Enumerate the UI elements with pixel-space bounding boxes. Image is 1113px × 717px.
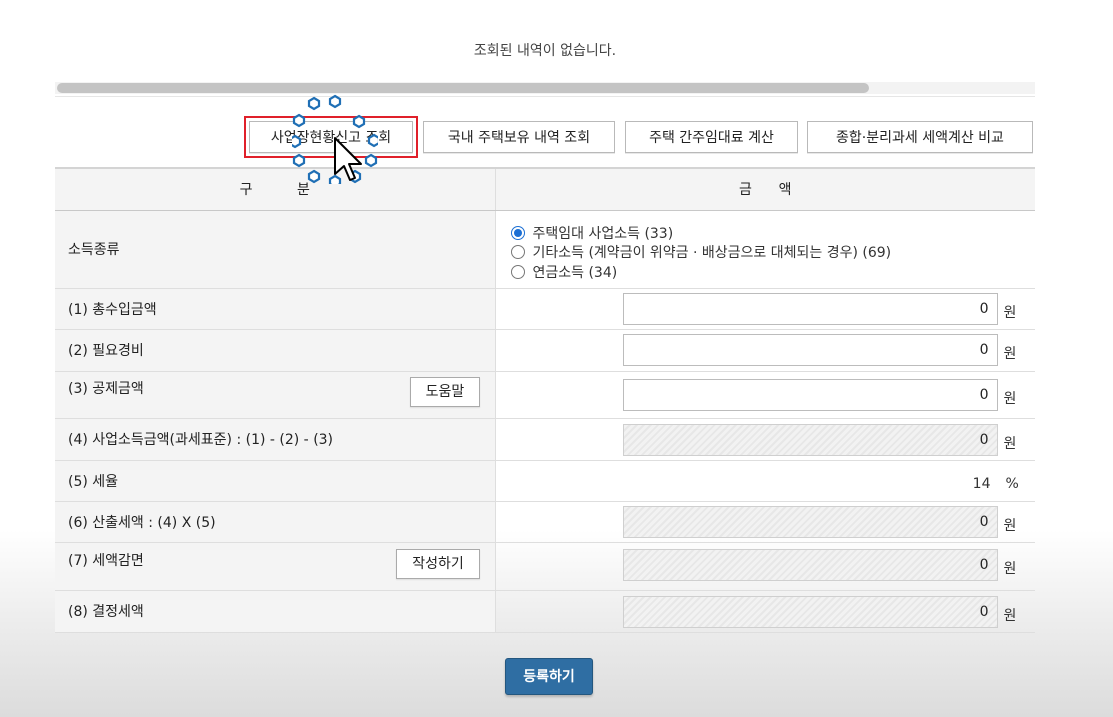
table-row: (3) 공제금액 도움말 0 원 — [55, 371, 1035, 419]
total-revenue-input[interactable]: 0 — [622, 292, 998, 325]
help-button[interactable]: 도움말 — [410, 376, 480, 407]
tax-rate-value: 14 — [972, 475, 991, 492]
calculated-tax-field: 0 — [622, 505, 998, 538]
table-header: 구 분 금 액 — [55, 167, 1035, 211]
table-row: (8) 결정세액 0 원 — [55, 590, 1035, 633]
radio-housing-rental[interactable]: 주택임대 사업소득 (33) — [510, 223, 674, 243]
row-label: (1) 총수입금액 — [55, 288, 496, 330]
header-category: 구 분 — [55, 167, 496, 211]
scrollbar-thumb[interactable] — [57, 83, 869, 93]
radio-selected-icon[interactable] — [510, 225, 525, 240]
divider — [55, 96, 1035, 97]
row-label: (6) 산출세액 : (4) X (5) — [55, 501, 496, 543]
table-row: (2) 필요경비 0 원 — [55, 329, 1035, 372]
unit-label: % — [1005, 475, 1019, 492]
radio-label: 주택임대 사업소득 (33) — [532, 225, 674, 242]
income-type-label: 소득종류 — [55, 210, 496, 289]
radio-label: 기타소득 (계약금이 위약금 · 배상금으로 대체되는 경우) (69) — [532, 244, 892, 261]
row-label: (3) 공제금액 — [68, 380, 144, 397]
table-row: (5) 세율 14 % — [55, 460, 1035, 502]
radio-icon[interactable] — [510, 264, 525, 279]
write-button[interactable]: 작성하기 — [396, 548, 480, 579]
table-row: (6) 산출세액 : (4) X (5) 0 원 — [55, 501, 1035, 543]
radio-icon[interactable] — [510, 244, 525, 259]
tax-calc-table: 구 분 금 액 소득종류 주택임대 사업소득 (33) 기타소득 (계약금이 위… — [55, 167, 1035, 633]
unit-label: 원 — [1003, 560, 1017, 577]
final-tax-field: 0 — [622, 595, 998, 628]
table-row: (7) 세액감면 작성하기 0 원 — [55, 542, 1035, 591]
unit-label: 원 — [1003, 435, 1017, 452]
deduction-amount-input[interactable]: 0 — [622, 378, 998, 411]
row-label: (5) 세율 — [55, 460, 496, 502]
row-label: (4) 사업소득금액(과세표준) : (1) - (2) - (3) — [55, 418, 496, 461]
unit-label: 원 — [1003, 304, 1017, 321]
business-income-field: 0 — [622, 423, 998, 456]
radio-label: 연금소득 (34) — [532, 264, 618, 281]
row-label: (8) 결정세액 — [55, 590, 496, 633]
domestic-housing-lookup-button[interactable]: 국내 주택보유 내역 조회 — [423, 121, 615, 153]
row-label: (2) 필요경비 — [55, 329, 496, 372]
tax-comparison-button[interactable]: 종합·분리과세 세액계산 비교 — [807, 121, 1033, 153]
unit-label: 원 — [1003, 607, 1017, 624]
income-type-row: 소득종류 주택임대 사업소득 (33) 기타소득 (계약금이 위약금 · 배상금… — [55, 210, 1035, 289]
business-status-report-lookup-button[interactable]: 사업장현황신고 조회 — [244, 116, 418, 158]
no-results-message: 조회된 내역이 없습니다. — [473, 43, 617, 59]
deemed-rent-calc-button[interactable]: 주택 간주임대료 계산 — [625, 121, 798, 153]
unit-label: 원 — [1003, 517, 1017, 534]
radio-other-income[interactable]: 기타소득 (계약금이 위약금 · 배상금으로 대체되는 경우) (69) — [510, 242, 892, 262]
radio-pension-income[interactable]: 연금소득 (34) — [510, 262, 618, 282]
tax-reduction-field: 0 — [622, 548, 998, 581]
register-button[interactable]: 등록하기 — [505, 658, 593, 695]
necessary-expenses-input[interactable]: 0 — [622, 333, 998, 366]
row-label: (7) 세액감면 — [68, 552, 144, 569]
header-amount: 금 액 — [495, 167, 1035, 211]
table-row: (4) 사업소득금액(과세표준) : (1) - (2) - (3) 0 원 — [55, 418, 1035, 461]
table-row: (1) 총수입금액 0 원 — [55, 288, 1035, 330]
unit-label: 원 — [1003, 390, 1017, 407]
unit-label: 원 — [1003, 345, 1017, 362]
